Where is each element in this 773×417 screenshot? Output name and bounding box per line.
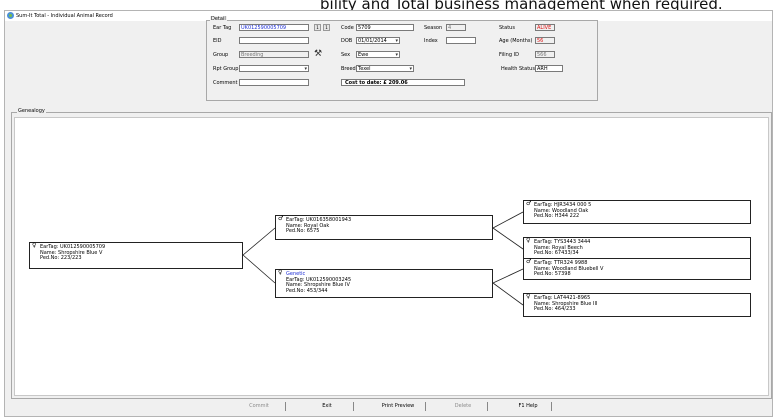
print-preview-button[interactable]: Print Preview	[374, 402, 422, 411]
pedigree-node-dam-sire[interactable]: ♂ EarTag: TTR324 9988 Name: Woodland Blu…	[523, 258, 751, 280]
detail-group-label: Detail	[210, 16, 227, 22]
ss-ped-no: Ped.No: H344 222	[534, 213, 580, 220]
breed-label: Breed	[341, 66, 356, 72]
pedigree-node-sire-sire[interactable]: ♂ EarTag: HJR3434 000 5 Name: Woodland O…	[523, 200, 751, 224]
connector-subject-sire	[242, 227, 276, 256]
connector-sire-ss	[492, 211, 524, 229]
window-title: Sum-It Total - Individual Animal Record	[16, 13, 113, 19]
male-symbol-icon: ♂	[278, 215, 284, 222]
dob-label: DOB	[341, 38, 353, 44]
sex-label: Sex	[341, 52, 351, 58]
next-record-button[interactable]: 1	[323, 24, 330, 31]
app-logo-icon	[7, 12, 14, 19]
detail-group	[206, 20, 598, 101]
ds-ped-no: Ped.No: 57398	[534, 271, 571, 278]
code-field[interactable]: 5709	[356, 24, 414, 31]
age-field: 56	[535, 37, 555, 44]
index-label: Index	[424, 38, 438, 44]
genealogy-group-label: Genealogy	[17, 108, 46, 114]
prev-record-button[interactable]: 1	[314, 24, 321, 31]
comment-field[interactable]	[239, 79, 309, 86]
connector-subject-dam	[242, 254, 276, 284]
commit-button[interactable]: Commit	[235, 402, 283, 411]
code-label: Code	[341, 25, 354, 31]
button-separator	[425, 402, 426, 411]
button-separator	[551, 402, 552, 411]
comment-label: Comment	[213, 80, 238, 86]
group-label: Group	[213, 52, 229, 58]
male-symbol-icon: ♂	[526, 258, 532, 265]
rpt-group-select[interactable]	[239, 65, 309, 72]
connector-sire-sd	[492, 227, 524, 250]
exit-button[interactable]: Exit	[303, 402, 351, 411]
female-symbol-icon: ♀	[278, 269, 283, 276]
index-field[interactable]	[446, 37, 476, 44]
pedigree-node-sire[interactable]: ♂ EarTag: UK016358001943 Name: Royal Oak…	[275, 215, 493, 240]
button-separator	[487, 402, 488, 411]
ear-tag-label: Ear Tag	[213, 25, 232, 31]
male-symbol-icon: ♂	[526, 200, 532, 207]
female-symbol-icon: ♀	[526, 237, 531, 244]
dam-ped-no: Ped.No: 453/344	[286, 287, 328, 294]
help-button[interactable]: F1 Help	[504, 402, 552, 411]
connector-dam-dd	[492, 282, 524, 306]
button-separator	[285, 402, 286, 411]
cost-to-date: Cost to date: £ 209.06	[341, 79, 465, 86]
eid-label: EID	[213, 38, 222, 44]
sd-ped-no: Ped.No: 67433/34	[534, 250, 579, 257]
delete-button[interactable]: Delete	[439, 402, 487, 411]
female-symbol-icon: ♀	[32, 242, 37, 249]
rpt-group-label: Rpt Group	[213, 66, 239, 72]
pedigree-node-dam-dam[interactable]: ♀ EarTag: LAT4421-8965 Name: Shropshire …	[523, 293, 751, 317]
eid-field[interactable]	[239, 37, 309, 44]
health-status-field[interactable]: ARH	[535, 65, 563, 72]
dob-picker[interactable]: 01/01/2014	[356, 37, 400, 44]
pedigree-canvas: ♀ EarTag: UK012590005709 Name: Shropshir…	[14, 117, 769, 396]
age-label: Age (Months)	[499, 38, 533, 44]
sire-ped-no: Ped.No: 6575	[286, 228, 320, 235]
button-separator	[353, 402, 354, 411]
tools-icon[interactable]: ⚒	[314, 50, 322, 59]
connector-dam-ds	[492, 268, 524, 284]
season-label: Season	[424, 25, 443, 31]
subject-ped-no: Ped.No: 223/223	[40, 255, 82, 262]
pedigree-node-dam[interactable]: ♀ Genetic EarTag: UK012590003245 Name: S…	[275, 269, 493, 298]
breed-select[interactable]: Texel	[356, 65, 414, 72]
season-field: 4	[446, 24, 466, 31]
status-field: ALIVE	[535, 24, 555, 31]
filing-id-label: Filing ID	[499, 52, 519, 58]
filing-id-field: 566	[535, 51, 555, 58]
sex-select[interactable]: Ewe	[356, 51, 400, 58]
health-status-label: Health Status	[501, 66, 535, 72]
ear-tag-field[interactable]: UK012590005709	[239, 24, 309, 31]
status-label: Status	[499, 25, 515, 31]
pedigree-node-subject[interactable]: ♀ EarTag: UK012590005709 Name: Shropshir…	[29, 242, 243, 269]
group-field[interactable]: Breeding	[239, 51, 309, 58]
female-symbol-icon: ♀	[526, 293, 531, 300]
dd-ped-no: Ped.No: 464/233	[534, 306, 576, 313]
